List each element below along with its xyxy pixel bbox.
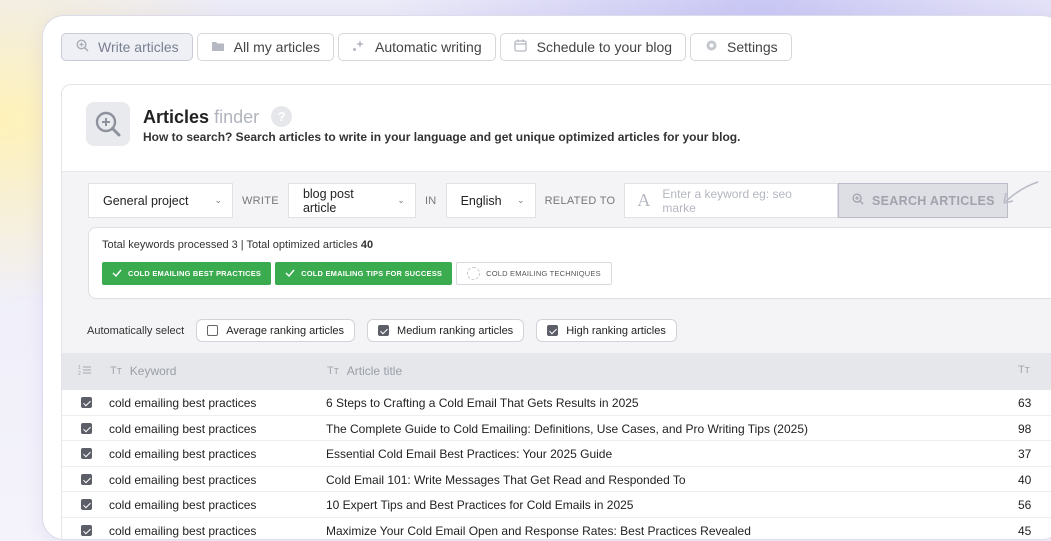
row-checkbox[interactable] (81, 397, 92, 408)
project-select[interactable]: General project ⌄ (88, 183, 233, 218)
column-header-keyword[interactable]: Tт Keyword (110, 364, 176, 378)
tab-all-my-articles[interactable]: All my articles (196, 33, 335, 61)
calendar-icon (514, 39, 528, 55)
related-to-label: RELATED TO (544, 194, 616, 207)
search-plus-icon (852, 193, 864, 208)
row-keyword: cold emailing best practices (109, 472, 257, 487)
column-header-third[interactable]: Tт (1018, 364, 1030, 376)
font-a-icon: A (637, 190, 651, 210)
row-keyword: cold emailing best practices (109, 447, 257, 461)
tab-write-articles[interactable]: Write articles (61, 33, 193, 61)
tab-label: Settings (727, 39, 778, 55)
row-title: The Complete Guide to Cold Emailing: Def… (326, 421, 808, 436)
sort-order-icon[interactable]: 12 (78, 364, 92, 376)
app-window: Write articles All my articles Automatic… (42, 15, 1051, 540)
checkbox[interactable] (207, 325, 219, 336)
articles-table: 12 Tт Keyword Tт Article title Tт cold e… (62, 353, 1051, 539)
checkbox[interactable] (378, 325, 390, 336)
keywords-stats-box: Total keywords processed 3 | Total optim… (88, 227, 1051, 299)
tab-label: Schedule to your blog (536, 39, 673, 55)
stats-summary: Total keywords processed 3 | Total optim… (102, 239, 374, 251)
chevron-down-icon: ⌄ (397, 195, 405, 205)
row-title: Essential Cold Email Best Practices: You… (326, 447, 613, 461)
write-label: WRITE (242, 194, 279, 207)
tab-automatic-writing[interactable]: Automatic writing (338, 33, 496, 61)
table-row[interactable]: cold emailing best practices 10 Expert T… (62, 492, 1051, 518)
tab-label: Write articles (98, 39, 179, 55)
keyword-chip[interactable]: COLD EMAILING TECHNIQUES (456, 262, 612, 285)
text-type-icon: Tт (110, 365, 122, 377)
svg-text:2: 2 (78, 371, 81, 376)
tab-bar: Write articles All my articles Automatic… (61, 33, 792, 61)
row-value: 56 (1018, 498, 1032, 512)
row-keyword: cold emailing best practices (109, 523, 257, 538)
row-value: 98 (1018, 421, 1032, 436)
search-row: General project ⌄ WRITE blog post articl… (88, 183, 1009, 218)
row-checkbox[interactable] (81, 422, 92, 434)
search-plus-icon (75, 39, 89, 55)
search-articles-button[interactable]: SEARCH ARTICLES (838, 183, 1009, 218)
tab-label: Automatic writing (375, 39, 482, 55)
row-checkbox[interactable] (81, 499, 92, 510)
high-ranking-toggle[interactable]: High ranking articles (536, 319, 677, 342)
row-title: 10 Expert Tips and Best Practices for Co… (326, 498, 634, 512)
row-checkbox[interactable] (81, 448, 92, 459)
tab-label: All my articles (233, 39, 321, 55)
table-row[interactable]: cold emailing best practices Cold Email … (62, 466, 1051, 492)
keyword-chips: COLD EMAILING BEST PRACTICES COLD EMAILI… (102, 262, 612, 285)
chevron-down-icon: ⌄ (517, 195, 525, 205)
row-value: 40 (1018, 472, 1032, 487)
row-value: 63 (1018, 396, 1032, 410)
check-icon (285, 269, 295, 279)
row-keyword: cold emailing best practices (109, 498, 257, 512)
articles-finder-panel: Articles finder? How to search? Search a… (61, 84, 1051, 539)
row-value: 37 (1018, 447, 1032, 461)
medium-ranking-toggle[interactable]: Medium ranking articles (367, 319, 525, 342)
tab-settings[interactable]: Settings (690, 33, 792, 61)
gear-icon (704, 39, 718, 55)
auto-select-row: Automatically select Average ranking art… (87, 319, 677, 342)
language-select[interactable]: English ⌄ (445, 183, 536, 218)
tab-schedule-to-your-blog[interactable]: Schedule to your blog (499, 33, 687, 61)
row-title: Maximize Your Cold Email Open and Respon… (326, 523, 751, 538)
table-header: 12 Tт Keyword Tт Article title Tт (62, 353, 1051, 390)
column-header-article-title[interactable]: Tт Article title (327, 364, 402, 378)
average-ranking-toggle[interactable]: Average ranking articles (196, 319, 356, 342)
search-plus-icon (86, 102, 130, 146)
table-row[interactable]: cold emailing best practices 6 Steps to … (62, 390, 1051, 416)
article-type-select[interactable]: blog post article ⌄ (287, 183, 416, 218)
row-title: 6 Steps to Crafting a Cold Email That Ge… (326, 396, 639, 410)
finder-header: Articles finder? How to search? Search a… (62, 85, 1051, 172)
keyword-chip[interactable]: COLD EMAILING TIPS FOR SUCCESS (275, 262, 453, 285)
loading-spinner-icon (467, 267, 481, 280)
row-checkbox[interactable] (81, 473, 92, 485)
row-keyword: cold emailing best practices (109, 396, 257, 410)
table-row[interactable]: cold emailing best practices Essential C… (62, 441, 1051, 467)
table-row[interactable]: cold emailing best practices Maximize Yo… (62, 517, 1051, 539)
row-keyword: cold emailing best practices (109, 421, 257, 436)
text-type-icon: Tт (327, 365, 339, 377)
keyword-input[interactable]: A Enter a keyword eg: seo marke (624, 183, 839, 218)
keyword-chip[interactable]: COLD EMAILING BEST PRACTICES (102, 262, 272, 285)
row-value: 45 (1018, 523, 1032, 538)
page-title: Articles finder? (143, 106, 293, 128)
table-row[interactable]: cold emailing best practices The Complet… (62, 415, 1051, 441)
checkbox[interactable] (547, 325, 559, 336)
page-subtitle: How to search? Search articles to write … (143, 130, 741, 144)
check-icon (112, 269, 122, 279)
row-checkbox[interactable] (81, 524, 92, 536)
in-label: IN (424, 194, 437, 207)
auto-select-label: Automatically select (87, 324, 185, 337)
folder-icon (211, 40, 225, 55)
text-type-icon: Tт (1018, 364, 1030, 376)
pointer-arrow-icon (1003, 181, 1039, 204)
chevron-down-icon: ⌄ (214, 195, 222, 205)
row-title: Cold Email 101: Write Messages That Get … (326, 472, 686, 487)
help-icon[interactable]: ? (271, 106, 293, 127)
sparkle-icon (352, 39, 366, 55)
